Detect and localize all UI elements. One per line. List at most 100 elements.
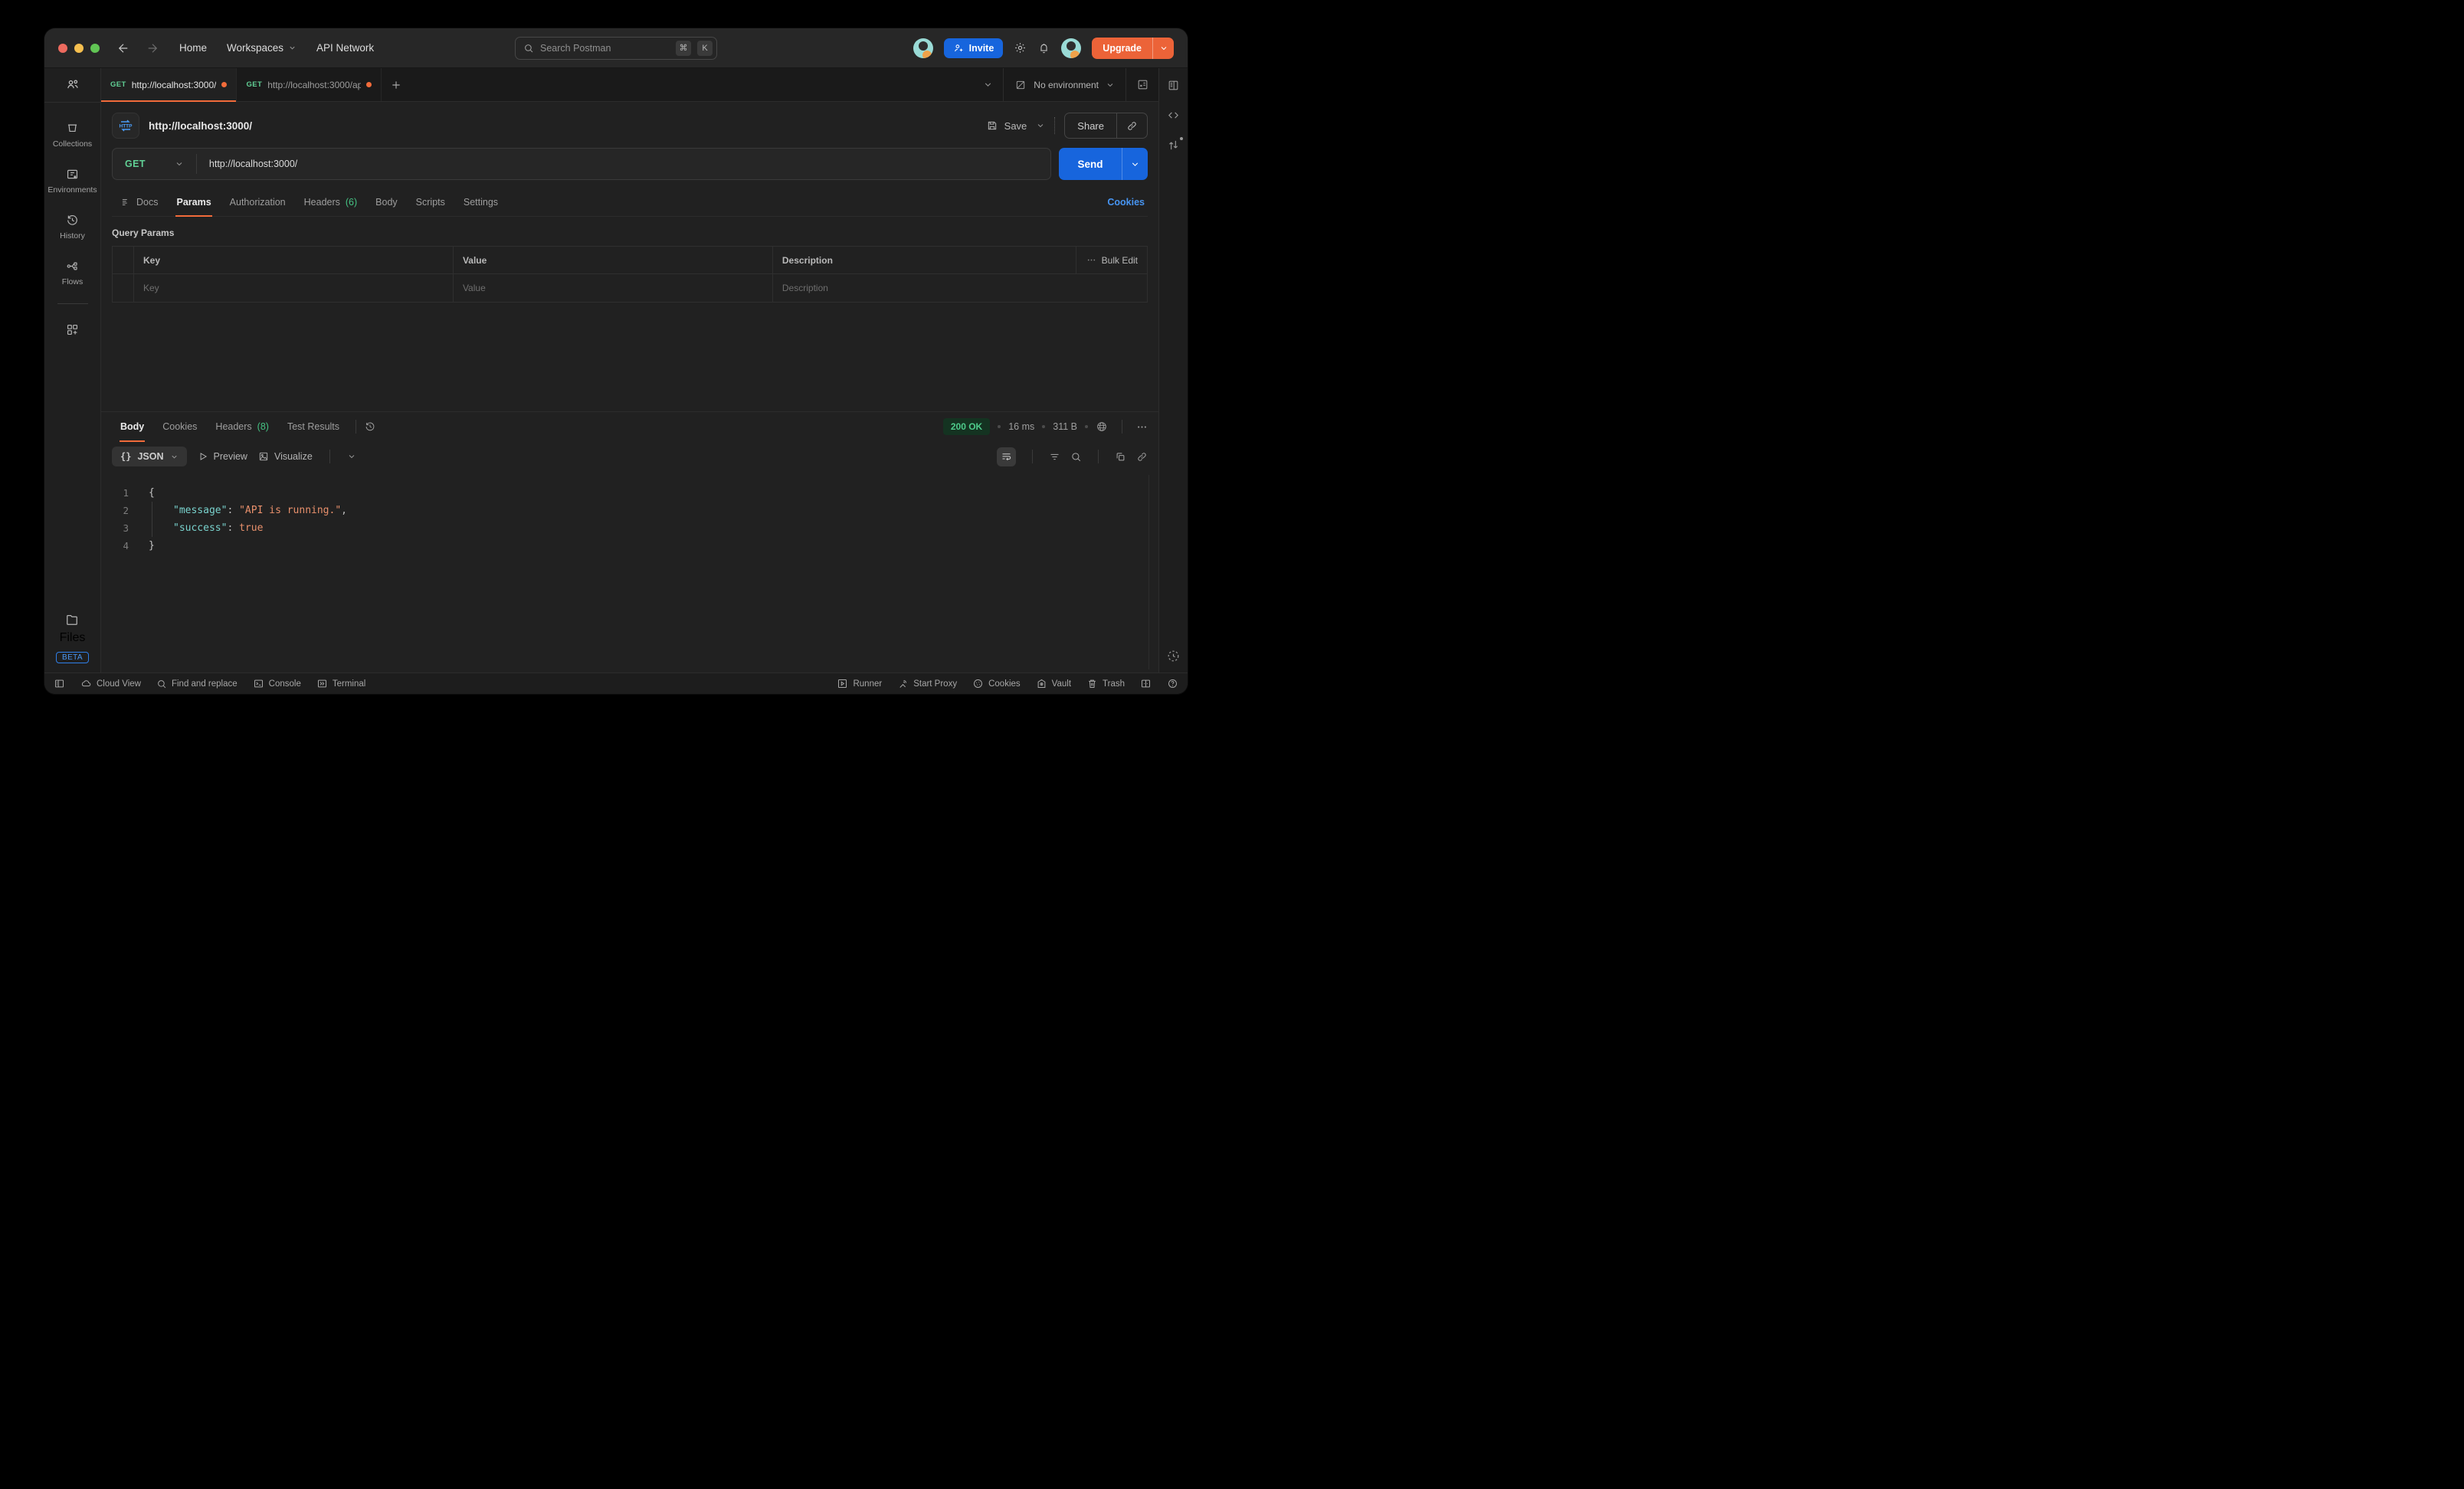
row-select-gutter — [113, 274, 134, 302]
response-tab-headers[interactable]: Headers (8) — [207, 412, 277, 441]
url-input[interactable] — [197, 159, 1050, 169]
people-icon — [65, 77, 80, 93]
sidebar-item-environments[interactable]: Environments — [48, 167, 97, 195]
param-key-input[interactable] — [143, 283, 444, 293]
minimize-window-button[interactable] — [74, 44, 84, 53]
response-size[interactable]: 311 B — [1053, 421, 1077, 432]
workspace-avatar[interactable] — [913, 38, 933, 58]
user-avatar[interactable] — [1061, 38, 1081, 58]
scrollbar-track[interactable] — [1148, 475, 1149, 669]
trash-button[interactable]: Trash — [1086, 678, 1125, 689]
network-globe-icon[interactable] — [1096, 421, 1108, 433]
no-environment-icon — [1014, 79, 1027, 91]
sidebar-configure-blocks-button[interactable] — [65, 322, 80, 337]
format-selector[interactable]: {} JSON — [112, 447, 187, 466]
request-activity-icon[interactable] — [1167, 139, 1180, 152]
zoom-window-button[interactable] — [90, 44, 100, 53]
response-more-actions-button[interactable] — [1136, 421, 1148, 433]
cloud-view-button[interactable]: Cloud View — [80, 678, 141, 689]
forward-arrow-icon[interactable] — [146, 41, 159, 55]
save-button[interactable]: Save — [986, 119, 1027, 132]
param-value-input[interactable] — [463, 283, 763, 293]
chevron-down-icon — [288, 44, 297, 52]
code-line: "success": true — [138, 519, 1158, 537]
method-selector[interactable]: GET — [113, 149, 196, 179]
send-options-dropdown[interactable] — [1122, 148, 1148, 180]
sidebar-item-workspace[interactable] — [44, 68, 100, 102]
nav-api-network[interactable]: API Network — [316, 42, 374, 54]
sidebar-item-flows[interactable]: Flows — [62, 259, 83, 286]
tab-headers[interactable]: Headers (6) — [296, 188, 366, 216]
code-line: "message": "API is running.", — [138, 502, 1158, 519]
tab-settings[interactable]: Settings — [455, 188, 506, 216]
preview-button[interactable]: Preview — [198, 451, 247, 462]
bulk-edit-button[interactable]: Bulk Edit — [1076, 247, 1147, 273]
response-tab-test-results[interactable]: Test Results — [279, 412, 348, 441]
invite-button[interactable]: Invite — [944, 38, 1004, 58]
cloud-icon — [80, 678, 92, 689]
visualize-button[interactable]: Visualize — [258, 451, 313, 462]
console-button[interactable]: Console — [253, 678, 301, 689]
sidebar-item-collections[interactable]: Collections — [53, 121, 92, 149]
response-body-editor[interactable]: 1 2 3 4 { "message": "API is running.", … — [101, 472, 1158, 673]
word-wrap-toggle[interactable] — [997, 447, 1016, 466]
divider — [1054, 117, 1055, 134]
tab-params[interactable]: Params — [168, 188, 219, 216]
response-history-button[interactable] — [364, 421, 376, 433]
tab-body[interactable]: Body — [367, 188, 406, 216]
response-pane: Body Cookies Headers (8) Test Results 20 — [101, 411, 1158, 673]
terminal-button[interactable]: Terminal — [316, 678, 365, 689]
notifications-bell-icon[interactable] — [1037, 41, 1050, 54]
beautify-filter-icon[interactable] — [1049, 451, 1060, 463]
split-panel-button[interactable] — [1140, 678, 1152, 689]
divider-dot — [1042, 425, 1045, 428]
documentation-panel-icon[interactable] — [1167, 79, 1180, 92]
sidebar-item-history[interactable]: History — [60, 213, 85, 241]
runner-button[interactable]: Runner — [837, 678, 882, 689]
start-proxy-button[interactable]: Start Proxy — [897, 678, 957, 689]
upgrade-dropdown[interactable] — [1152, 38, 1174, 59]
close-window-button[interactable] — [58, 44, 67, 53]
share-button[interactable]: Share — [1065, 113, 1116, 138]
cookies-button[interactable]: Cookies — [972, 678, 1021, 689]
response-time[interactable]: 16 ms — [1008, 421, 1034, 432]
code-snippet-icon[interactable] — [1167, 109, 1180, 122]
nav-workspaces[interactable]: Workspaces — [227, 42, 297, 54]
find-and-replace-button[interactable]: Find and replace — [156, 679, 238, 689]
status-badge[interactable]: 200 OK — [943, 418, 990, 435]
upgrade-label[interactable]: Upgrade — [1092, 38, 1152, 59]
send-button[interactable]: Send — [1059, 148, 1148, 180]
copy-response-button[interactable] — [1115, 451, 1126, 463]
nav-home[interactable]: Home — [179, 42, 207, 54]
share-response-link-button[interactable] — [1136, 451, 1148, 463]
global-search[interactable]: ⌘ K — [515, 37, 717, 60]
search-in-body-button[interactable] — [1070, 451, 1082, 463]
search-input[interactable] — [540, 43, 670, 54]
tab-authorization[interactable]: Authorization — [221, 188, 294, 216]
toggle-sidebar-button[interactable] — [54, 678, 65, 689]
viewer-more-dropdown[interactable] — [347, 452, 356, 461]
back-arrow-icon[interactable] — [116, 41, 130, 55]
param-description-input[interactable] — [782, 283, 1138, 293]
word-wrap-icon — [1001, 451, 1012, 463]
timer-widget-icon[interactable] — [1166, 649, 1181, 663]
line-number: 4 — [123, 537, 129, 555]
environment-selector[interactable]: No environment — [1004, 68, 1126, 101]
tab-list-dropdown[interactable] — [972, 68, 1003, 101]
sidebar-item-files[interactable]: Files BETA — [56, 612, 89, 663]
upgrade-button[interactable]: Upgrade — [1092, 38, 1174, 59]
copy-link-button[interactable] — [1116, 113, 1147, 138]
request-tab[interactable]: GET http://localhost:3000/ap — [237, 68, 382, 101]
response-tab-body[interactable]: Body — [112, 412, 152, 441]
tab-scripts[interactable]: Scripts — [408, 188, 454, 216]
save-dropdown-chevron[interactable] — [1036, 121, 1045, 130]
new-tab-button[interactable] — [382, 68, 411, 101]
tab-docs[interactable]: Docs — [112, 188, 166, 216]
request-tab-active[interactable]: GET http://localhost:3000/ — [101, 68, 237, 101]
environment-quick-look-button[interactable] — [1126, 68, 1158, 101]
vault-button[interactable]: Vault — [1036, 678, 1071, 689]
cookies-link[interactable]: Cookies — [1107, 197, 1148, 208]
help-button[interactable] — [1167, 678, 1178, 689]
settings-gear-icon[interactable] — [1014, 41, 1027, 54]
response-tab-cookies[interactable]: Cookies — [154, 412, 205, 441]
